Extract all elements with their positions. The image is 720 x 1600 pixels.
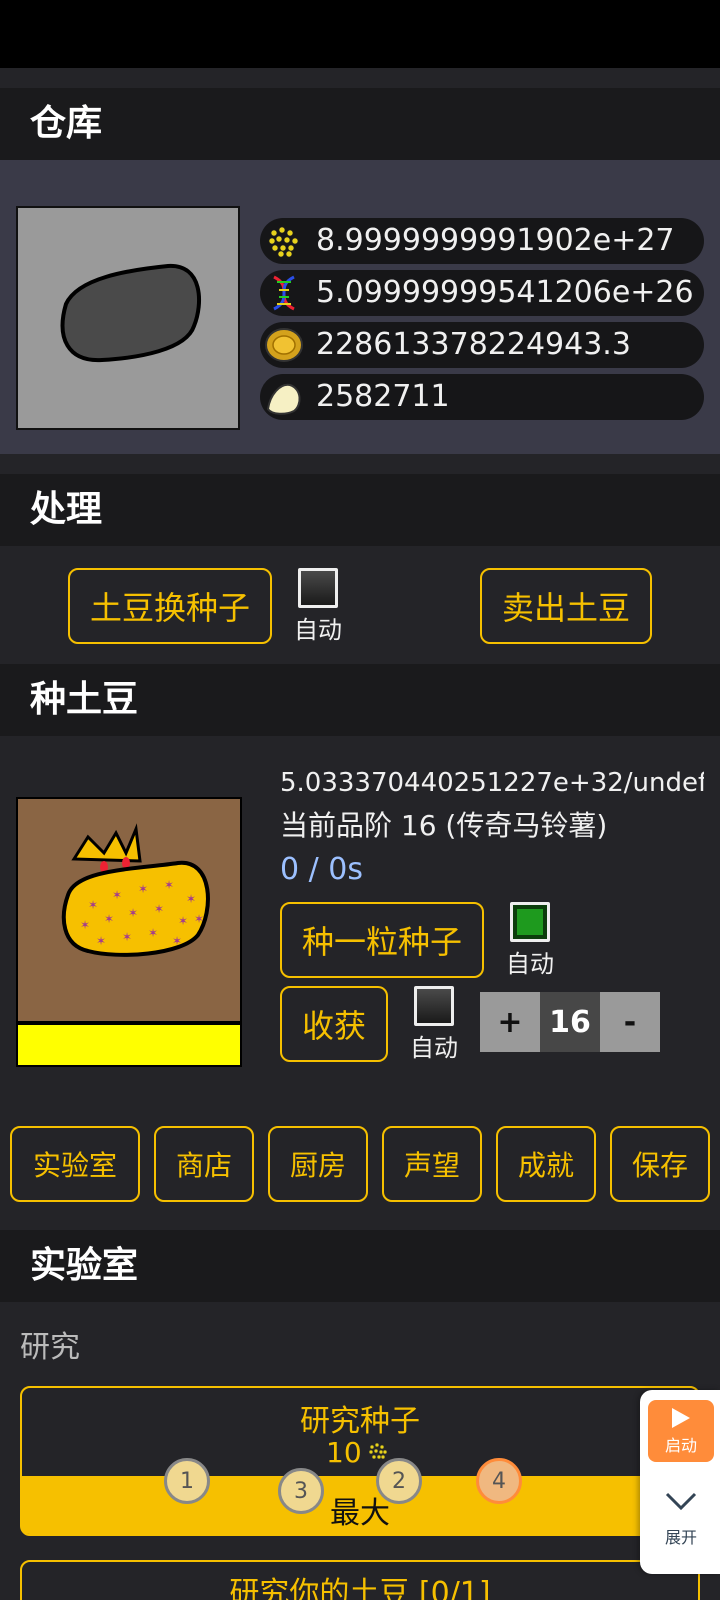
harvest-button[interactable]: 收获 bbox=[280, 986, 388, 1062]
potato-icon bbox=[264, 377, 304, 417]
svg-text:✶: ✶ bbox=[164, 878, 174, 892]
seeds-icon bbox=[264, 221, 304, 261]
nav-kitchen-button[interactable]: 厨房 bbox=[268, 1126, 368, 1202]
play-icon bbox=[670, 1406, 692, 1434]
raw-potato-icon bbox=[60, 263, 201, 363]
section-lab-title: 实验室 bbox=[0, 1230, 720, 1302]
exchange-seeds-button[interactable]: 土豆换种子 bbox=[68, 568, 272, 644]
section-process-title: 处理 bbox=[0, 474, 720, 546]
research-seeds-cost: 10 bbox=[326, 1436, 362, 1469]
section-plant-title: 种土豆 bbox=[0, 664, 720, 736]
research-seeds-title: 研究种子 bbox=[300, 1404, 420, 1439]
nav-save-button[interactable]: 保存 bbox=[610, 1126, 710, 1202]
nav-achievements-button[interactable]: 成就 bbox=[496, 1126, 596, 1202]
research-label: 研究 bbox=[20, 1330, 80, 1365]
svg-text:✶: ✶ bbox=[104, 912, 114, 926]
tutorial-dot-3[interactable]: 3 bbox=[278, 1468, 324, 1514]
svg-text:✶: ✶ bbox=[148, 926, 158, 940]
exchange-auto-label: 自动 bbox=[294, 616, 342, 644]
svg-text:✶: ✶ bbox=[80, 918, 90, 932]
resource-dna-value: 5.09999999541206e+26 bbox=[316, 275, 694, 310]
plant-auto-label: 自动 bbox=[506, 950, 554, 978]
svg-text:✶: ✶ bbox=[112, 888, 122, 902]
svg-text:✶: ✶ bbox=[194, 912, 204, 926]
tier-stepper: + 16 - bbox=[480, 992, 660, 1052]
stepper-plus-button[interactable]: + bbox=[480, 992, 540, 1052]
nav-prestige-button[interactable]: 声望 bbox=[382, 1126, 482, 1202]
resource-seeds-value: 8.9999999991902e+27 bbox=[316, 223, 675, 258]
svg-text:✶: ✶ bbox=[154, 902, 164, 916]
plant-auto-checkbox[interactable] bbox=[510, 902, 550, 942]
svg-text:✶: ✶ bbox=[172, 934, 182, 948]
dna-icon bbox=[264, 273, 304, 313]
exchange-auto-checkbox[interactable] bbox=[298, 568, 338, 608]
nav-shop-button[interactable]: 商店 bbox=[154, 1126, 254, 1202]
stepper-value: 16 bbox=[540, 992, 600, 1052]
resource-potato-value: 2582711 bbox=[316, 379, 450, 414]
research-max-label: 最大 bbox=[330, 1496, 390, 1531]
harvest-auto-checkbox[interactable] bbox=[414, 986, 454, 1026]
tutorial-dot-2[interactable]: 2 bbox=[376, 1458, 422, 1504]
tutorial-dot-4[interactable]: 4 bbox=[476, 1458, 522, 1504]
resource-gold-potato-value: 228613378224943.3 bbox=[316, 327, 631, 362]
svg-text:✶: ✶ bbox=[128, 906, 138, 920]
status-bar bbox=[0, 0, 720, 68]
stepper-minus-button[interactable]: - bbox=[600, 992, 660, 1052]
harvest-auto-label: 自动 bbox=[410, 1034, 458, 1062]
gold-potato-icon bbox=[264, 325, 304, 365]
research-potato-button[interactable]: 研究你的土豆 [0/1] bbox=[20, 1560, 700, 1600]
svg-text:✶: ✶ bbox=[138, 882, 148, 896]
growth-timer-text: 0 / 0s bbox=[280, 852, 363, 887]
section-warehouse-title: 仓库 bbox=[0, 88, 720, 160]
tier-text: 当前品阶 16 (传奇马铃薯) bbox=[280, 809, 608, 842]
svg-text:✶: ✶ bbox=[186, 892, 196, 906]
svg-text:✶: ✶ bbox=[178, 914, 188, 928]
seed-count-text: 5.033370440251227e+32/undefi bbox=[280, 768, 704, 798]
svg-text:✶: ✶ bbox=[88, 898, 98, 912]
chevron-down-icon[interactable] bbox=[664, 1490, 698, 1516]
legendary-potato-icon: ✶✶ ✶ ✶✶✶ ✶ ✶ ✶ ✶✶ ✶ ✶✶✶ bbox=[61, 823, 210, 957]
sell-potato-button[interactable]: 卖出土豆 bbox=[480, 568, 652, 644]
start-label: 启动 bbox=[664, 1436, 697, 1455]
nav-lab-button[interactable]: 实验室 bbox=[10, 1126, 140, 1202]
legendary-potato-image: ✶ ✶ ✶ ✶ ✶ ✶ ✶ ✶ ✶ ✶ ✶ ✶ ✶ ✶ ✶ bbox=[16, 797, 242, 1023]
expand-label: 展开 bbox=[664, 1528, 697, 1547]
svg-text:✶: ✶ bbox=[122, 930, 132, 944]
svg-text:✶: ✶ bbox=[96, 934, 106, 948]
growth-progress-bar bbox=[16, 1023, 242, 1067]
plant-seed-button[interactable]: 种一粒种子 bbox=[280, 902, 484, 978]
tutorial-dot-1[interactable]: 1 bbox=[164, 1458, 210, 1504]
warehouse-potato-image bbox=[16, 206, 240, 430]
